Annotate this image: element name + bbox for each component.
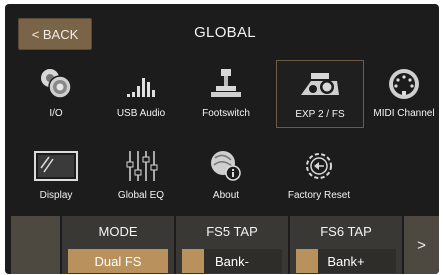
tile-label: Footswitch [202,108,250,119]
tile-usb-audio[interactable]: USB Audio [98,60,184,126]
eq-sliders-icon [98,148,184,184]
tile-io[interactable]: I/O [13,60,99,126]
display-icon [13,148,99,184]
param-value-box: Bank- [182,249,282,273]
factory-reset-gear-icon [276,148,362,184]
tile-midi-channel[interactable]: MIDI Channel [361,60,439,126]
tile-label: USB Audio [116,108,166,119]
prev-page-button[interactable] [11,216,60,274]
footswitch-icon [183,66,269,102]
param-label: FS5 TAP [206,224,258,239]
tile-global-eq[interactable]: Global EQ [98,142,184,208]
about-info-icon [183,148,269,184]
expression-pedal-icon [277,67,363,103]
tile-label: Global EQ [117,190,165,201]
tile-label: Display [39,190,73,201]
param-value: Dual FS [94,254,142,269]
io-jack-icon [13,66,99,102]
param-value: Bank- [215,254,249,269]
tile-factory-reset[interactable]: Factory Reset [276,142,362,208]
global-screen: < BACK GLOBAL I/O USB Audio Footswitch E… [5,4,439,274]
page-title: GLOBAL [194,24,256,41]
tile-about[interactable]: About [183,142,269,208]
tile-label: MIDI Channel [373,108,435,119]
param-label: FS6 TAP [320,224,372,239]
tile-label: Factory Reset [287,190,351,201]
param-label: MODE [98,224,138,239]
usb-audio-bars-icon [98,66,184,102]
next-page-button[interactable]: > [404,216,439,274]
back-button[interactable]: < BACK [18,18,92,50]
tile-exp-fs[interactable]: EXP 2 / FS [276,60,364,128]
param-mode[interactable]: MODE Dual FS [62,216,174,274]
tile-display[interactable]: Display [13,142,99,208]
tile-label: About [212,190,240,201]
midi-din-icon [361,66,439,102]
tile-label: I/O [49,108,63,119]
param-value: Bank+ [327,254,365,269]
param-value-box: Bank+ [296,249,396,273]
param-fs6-tap[interactable]: FS6 TAP Bank+ [290,216,402,274]
param-value-box: Dual FS [68,249,168,273]
tile-footswitch[interactable]: Footswitch [183,60,269,126]
param-fs5-tap[interactable]: FS5 TAP Bank- [176,216,288,274]
